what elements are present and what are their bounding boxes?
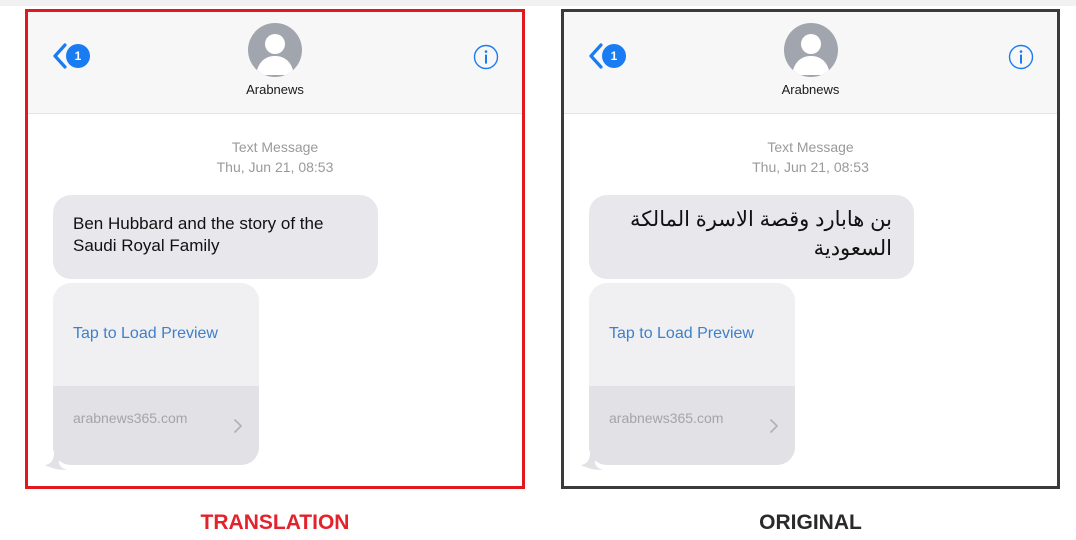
original-caption: ORIGINAL [759,511,862,534]
message-bubble[interactable]: بن هابارد وقصة الاسرة المالكة السعودية [589,195,914,279]
preview-footer: arabnews365.com [589,386,795,465]
info-icon[interactable] [1008,44,1034,70]
translation-panel: 1 Arabnews Text Message Thu, Jun 21, 08:… [25,9,525,489]
preview-body: Tap to Load Preview [589,283,795,386]
link-preview-card[interactable]: Tap to Load Preview arabnews365.com [53,283,259,465]
conversation-header: 1 Arabnews [564,12,1057,114]
person-silhouette-icon [791,34,830,75]
unread-count-badge: 1 [66,44,90,68]
contact-name[interactable]: Arabnews [28,82,522,97]
preview-domain: arabnews365.com [73,410,188,426]
chevron-right-icon [234,419,242,433]
message-timestamp: Thu, Jun 21, 08:53 [216,159,334,175]
original-panel: 1 Arabnews Text Message Thu, Jun 21, 08:… [561,9,1060,489]
info-icon[interactable] [473,44,499,70]
back-button[interactable]: 1 [51,41,90,71]
preview-footer: arabnews365.com [53,386,259,465]
conversation-header: 1 Arabnews [28,12,522,114]
link-preview-card[interactable]: Tap to Load Preview arabnews365.com [589,283,795,465]
preview-domain: arabnews365.com [609,410,724,426]
chevron-right-icon [770,419,778,433]
message-bubble[interactable]: Ben Hubbard and the story of the Saudi R… [53,195,378,279]
message-type-label: Text Message [767,139,854,155]
back-button[interactable]: 1 [587,41,626,71]
translation-caption: TRANSLATION [200,511,350,534]
bubble-tail [581,452,603,470]
contact-name[interactable]: Arabnews [564,82,1057,97]
contact-avatar[interactable] [248,23,302,77]
tap-to-load-preview-link[interactable]: Tap to Load Preview [73,325,218,343]
message-timestamp: Thu, Jun 21, 08:53 [752,159,869,175]
tap-to-load-preview-link[interactable]: Tap to Load Preview [609,325,754,343]
message-type-label: Text Message [231,139,319,155]
preview-body: Tap to Load Preview [53,283,259,386]
top-divider [0,0,1076,6]
bubble-tail [45,452,67,470]
person-silhouette-icon [256,34,294,75]
unread-count-badge: 1 [602,44,626,68]
contact-avatar[interactable] [783,23,838,77]
